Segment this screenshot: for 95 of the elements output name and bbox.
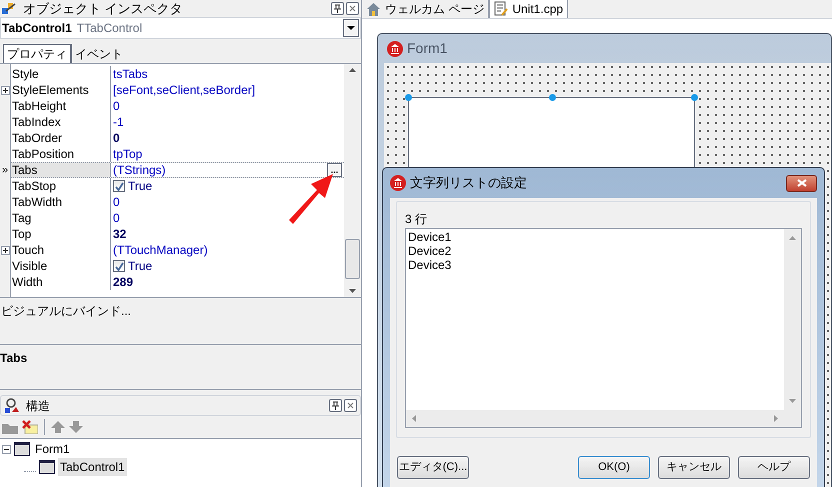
pin-icon[interactable] bbox=[331, 2, 344, 15]
text-line: Device1 bbox=[408, 230, 452, 244]
structure-icon bbox=[4, 398, 20, 414]
object-name: TabControl1 bbox=[2, 20, 72, 37]
property-value: 0 bbox=[113, 98, 120, 115]
property-value: 289 bbox=[113, 274, 134, 291]
property-value: True bbox=[128, 178, 152, 195]
selected-marker: » bbox=[2, 164, 8, 176]
property-name: Top bbox=[12, 226, 32, 243]
property-row[interactable]: TabOrder 0 bbox=[0, 130, 344, 146]
property-name: Width bbox=[12, 274, 43, 291]
property-name: StyleElements bbox=[12, 82, 89, 99]
property-row[interactable]: StyleElements [seFont,seClient,seBorder] bbox=[0, 82, 344, 98]
property-name: TabHeight bbox=[12, 98, 66, 115]
object-selector[interactable]: TabControl1 TTabControl bbox=[0, 17, 361, 39]
collapse-toggle[interactable] bbox=[2, 444, 11, 454]
property-value: (TStrings) bbox=[113, 162, 166, 179]
dialog-title: 文字列リストの設定 bbox=[410, 174, 527, 192]
scrollbar[interactable] bbox=[344, 64, 361, 297]
pointer-arrow bbox=[287, 172, 335, 224]
line-count: 3 行 bbox=[405, 211, 428, 228]
property-row[interactable]: Touch (TTouchManager) bbox=[0, 242, 344, 258]
caret-icon bbox=[347, 26, 355, 30]
property-row[interactable]: Style tsTabs bbox=[0, 66, 344, 82]
property-name: TabPosition bbox=[12, 146, 74, 163]
property-row[interactable]: TabWidth 0 bbox=[0, 194, 344, 210]
property-name: TabStop bbox=[12, 178, 56, 195]
property-value: 0 bbox=[113, 130, 120, 147]
text-line: Device3 bbox=[408, 258, 452, 272]
down-arrow-icon[interactable] bbox=[69, 421, 83, 433]
property-value: -1 bbox=[113, 114, 124, 131]
form-icon bbox=[14, 442, 30, 456]
property-value: (TTouchManager) bbox=[113, 242, 208, 259]
property-value: 0 bbox=[113, 210, 120, 227]
property-row[interactable]: Visible True bbox=[0, 258, 344, 274]
expand-icon[interactable] bbox=[0, 246, 10, 254]
ellipsis-button[interactable]: ... bbox=[327, 163, 342, 177]
object-type: TTabControl bbox=[76, 20, 142, 37]
bind-link[interactable]: ビジュアルにバインド... bbox=[0, 304, 132, 318]
property-name: Visible bbox=[12, 258, 48, 275]
up-arrow-icon[interactable] bbox=[51, 421, 65, 433]
inspector-icon bbox=[2, 2, 18, 16]
property-value: tpTop bbox=[113, 146, 142, 163]
document-icon bbox=[494, 1, 508, 16]
home-icon bbox=[366, 2, 381, 16]
text-area[interactable]: Device1 Device2 Device3 bbox=[405, 228, 802, 428]
scroll-thumb[interactable] bbox=[345, 239, 360, 279]
property-row[interactable]: TabHeight 0 bbox=[0, 98, 344, 114]
close-button[interactable] bbox=[786, 174, 817, 192]
property-row[interactable]: TabStop True bbox=[0, 178, 344, 194]
app-icon bbox=[387, 40, 403, 56]
panel-title: 構造 bbox=[26, 398, 50, 414]
property-row[interactable]: Width 289 bbox=[0, 274, 344, 290]
property-name: TabOrder bbox=[12, 130, 62, 147]
tree-item[interactable]: Form1 bbox=[33, 440, 72, 458]
help-title: Tabs bbox=[0, 351, 28, 365]
tab[interactable]: プロパティ bbox=[3, 44, 71, 63]
form-title: Form1 bbox=[407, 39, 448, 58]
delete-icon[interactable] bbox=[22, 420, 38, 434]
scroll-up-icon[interactable] bbox=[349, 68, 356, 72]
property-value: True bbox=[128, 258, 152, 275]
close-icon bbox=[796, 179, 806, 187]
property-name: Tabs bbox=[12, 162, 38, 179]
close-icon[interactable] bbox=[344, 399, 357, 412]
dialog-button[interactable]: エディタ(C)... bbox=[397, 456, 469, 478]
property-value: tsTabs bbox=[113, 66, 148, 83]
text-line: Device2 bbox=[408, 244, 452, 258]
panel-title: オブジェクト インスペクタ bbox=[23, 0, 183, 18]
expand-icon[interactable] bbox=[0, 86, 10, 94]
property-value: 32 bbox=[113, 226, 126, 243]
property-name: Style bbox=[12, 66, 39, 83]
property-row[interactable]: Tag 0 bbox=[0, 210, 344, 226]
dialog-button[interactable]: ヘルプ bbox=[738, 456, 810, 478]
close-icon[interactable] bbox=[346, 2, 359, 15]
property-name: Tag bbox=[12, 210, 32, 227]
checkbox[interactable] bbox=[113, 180, 125, 192]
dialog-button[interactable]: キャンセル bbox=[658, 456, 730, 478]
property-name: Touch bbox=[12, 242, 44, 259]
form-icon bbox=[39, 460, 55, 474]
dropdown-button[interactable] bbox=[343, 19, 359, 37]
editor-tab[interactable]: Unit1.cpp bbox=[489, 0, 568, 18]
collapse-icon bbox=[4, 446, 9, 452]
scroll-down-icon[interactable] bbox=[349, 289, 356, 293]
dialog-button[interactable]: OK(O) bbox=[578, 456, 650, 478]
app-icon bbox=[390, 175, 406, 191]
property-name: TabWidth bbox=[12, 194, 62, 211]
property-row[interactable]: TabIndex -1 bbox=[0, 114, 344, 130]
property-value: 0 bbox=[113, 194, 120, 211]
property-name: TabIndex bbox=[12, 114, 61, 131]
tree-item[interactable]: TabControl1 bbox=[58, 458, 127, 476]
checkbox[interactable] bbox=[113, 260, 125, 272]
property-value: [seFont,seClient,seBorder] bbox=[113, 82, 256, 99]
property-row[interactable]: Top 32 bbox=[0, 226, 344, 242]
tab[interactable]: イベント bbox=[71, 44, 126, 63]
pin-icon[interactable] bbox=[329, 399, 342, 412]
